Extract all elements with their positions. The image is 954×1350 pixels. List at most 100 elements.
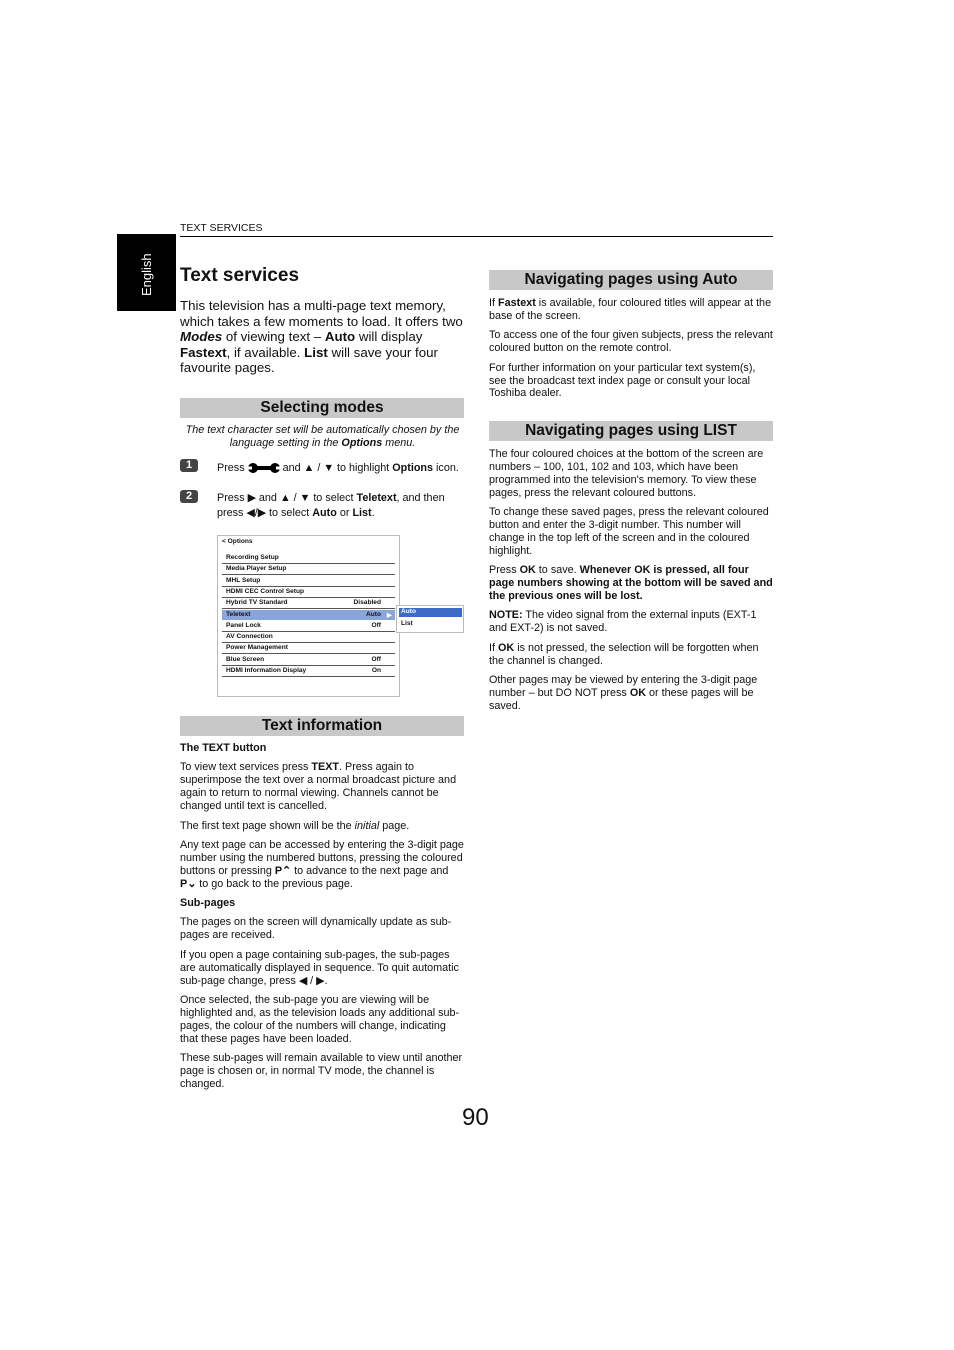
page-title: Text services	[180, 265, 300, 286]
text-run: Once selected, the sub-page you are view…	[180, 994, 460, 1045]
paragraph: If you open a page containing sub-pages,…	[180, 949, 466, 988]
selecting-modes-heading: Selecting modes	[180, 398, 464, 418]
intro-text: This television has a multi-page text me…	[180, 298, 470, 376]
menu-row-label: Power Management	[226, 644, 288, 652]
slash: /	[317, 462, 321, 474]
language-label: English	[139, 253, 154, 296]
menu-row-recording-setup[interactable]: Recording Setup	[222, 553, 395, 564]
submenu-arrow-icon: ▶	[386, 611, 392, 619]
up-arrow-icon: ▲	[279, 492, 291, 504]
menu-row-label: Panel Lock	[226, 621, 261, 629]
text-run: Fastext	[180, 344, 227, 360]
text-run: Fastext	[498, 297, 536, 309]
text-information-body: The TEXT button To view text services pre…	[180, 742, 466, 1097]
text-run: If	[489, 297, 498, 309]
submenu-item-list[interactable]: List	[399, 620, 413, 627]
nav-list-body: The four coloured choices at the bottom …	[489, 448, 773, 719]
step-text: to select	[269, 507, 313, 519]
text-run: OK	[629, 687, 647, 699]
text-run: The pages on the screen will dynamically…	[180, 916, 452, 942]
paragraph: Sub-pages	[180, 897, 466, 910]
text-run: To access one of the four given subjects…	[489, 329, 773, 355]
slash: /	[293, 492, 297, 504]
text-run: TEXT	[311, 761, 339, 774]
text-run: To view text services press	[180, 761, 312, 774]
text-run: to advance to the next page and	[291, 864, 449, 877]
paragraph: Press OK to save. Whenever OK is pressed…	[489, 564, 773, 603]
paragraph: The TEXT button	[180, 742, 466, 755]
paragraph: Any text page can be accessed by enterin…	[180, 839, 466, 891]
text-run: P⌄	[180, 877, 197, 890]
text-run: This television has a multi-page text me…	[180, 298, 463, 329]
menu-row-value: Auto	[365, 610, 381, 618]
paragraph: For further information on your particul…	[489, 362, 773, 401]
paragraph: The pages on the screen will dynamically…	[180, 916, 466, 942]
text-run: Auto	[324, 329, 356, 344]
menu-row-label: Hybrid TV Standard	[226, 599, 288, 607]
step-text: to select	[313, 492, 357, 504]
menu-row-teletext[interactable]: Teletext Auto ▶	[222, 609, 395, 620]
text-run: P⌃	[274, 864, 292, 877]
menu-row-media-player-setup[interactable]: Media Player Setup	[222, 564, 395, 576]
page-number: 90	[462, 1104, 489, 1131]
text-run: NOTE:	[489, 609, 523, 622]
text-run: page.	[379, 819, 410, 832]
manual-page: TEXT SERVICES English Text services This…	[0, 0, 954, 1350]
section-header: TEXT SERVICES	[180, 222, 263, 234]
text-run: The text character set will be automatic…	[185, 424, 460, 449]
menu-row-hybrid-tv-standard[interactable]: Hybrid TV Standard Disabled	[222, 598, 395, 610]
step-text: Press	[217, 492, 245, 504]
menu-row-hdmi-cec-control-setup[interactable]: HDMI CEC Control Setup	[222, 587, 395, 598]
text-run: The TEXT button	[180, 742, 267, 754]
language-tab: English	[117, 234, 176, 311]
text-run: If you open a page containing sub-pages,…	[180, 948, 459, 987]
menu-row-label: Blue Screen	[226, 655, 265, 663]
step-text: to highlight	[337, 462, 393, 474]
text-run: Press	[489, 564, 520, 577]
teletext-label: Teletext	[356, 492, 397, 504]
nav-list-heading: Navigating pages using LIST	[489, 421, 773, 441]
text-run: to go back to the previous page.	[196, 877, 353, 890]
submenu-item-auto[interactable]: Auto	[399, 608, 462, 617]
text-run: The four coloured choices at the bottom …	[489, 448, 764, 499]
menu-row-power-management[interactable]: Power Management	[222, 643, 395, 655]
right-arrow-icon: ▶	[257, 507, 267, 519]
menu-row-mhl-setup[interactable]: MHL Setup	[222, 576, 395, 587]
text-run: menu.	[382, 437, 416, 449]
header-rule	[180, 236, 773, 237]
menu-back[interactable]: < Options	[222, 538, 253, 545]
wrench-icon	[247, 463, 280, 474]
step-text: .	[371, 507, 375, 519]
step-text: and	[282, 462, 301, 474]
paragraph: These sub-pages will remain available to…	[180, 1052, 466, 1091]
menu-row-av-connection[interactable]: AV Connection	[222, 632, 395, 644]
paragraph: To view text services press TEXT. Press …	[180, 761, 466, 813]
menu-row-panel-lock[interactable]: Panel Lock Off	[222, 621, 395, 632]
paragraph: If OK is not pressed, the selection will…	[489, 642, 773, 668]
menu-row-hdmi-information-display[interactable]: HDMI Information Display On	[222, 666, 395, 677]
down-arrow-icon: ▼	[323, 462, 334, 474]
paragraph: The four coloured choices at the bottom …	[489, 448, 773, 500]
left-arrow-icon: ◀	[246, 507, 255, 519]
menu-row-label: Recording Setup	[226, 554, 279, 561]
text-run: To change these saved pages, press the r…	[489, 506, 769, 557]
step-1-badge: 1	[180, 459, 198, 472]
menu-row-value: On	[371, 667, 381, 674]
menu-row-label: HDMI Information Display	[226, 667, 307, 674]
menu-row-blue-screen[interactable]: Blue Screen Off	[222, 655, 395, 666]
menu-row-label: Teletext	[226, 610, 251, 618]
text-run: initial	[354, 819, 380, 832]
step-text: icon.	[433, 462, 459, 474]
options-label: Options	[392, 462, 434, 474]
nav-auto-heading: Navigating pages using Auto	[489, 270, 773, 290]
step-text: Press	[217, 462, 245, 474]
text-run: Modes	[180, 329, 223, 344]
paragraph: To access one of the four given subjects…	[489, 329, 773, 355]
up-arrow-icon: ▲	[303, 462, 315, 474]
step-1: Press and ▲ / ▼ to highlight Options ico…	[217, 461, 472, 476]
step-text: and	[258, 492, 277, 504]
list-label: List	[352, 507, 372, 519]
nav-auto-body: If Fastext is available, four coloured t…	[489, 297, 773, 407]
text-run: The first text page shown will be the	[180, 819, 355, 832]
text-run: These sub-pages will remain available to…	[180, 1052, 463, 1090]
